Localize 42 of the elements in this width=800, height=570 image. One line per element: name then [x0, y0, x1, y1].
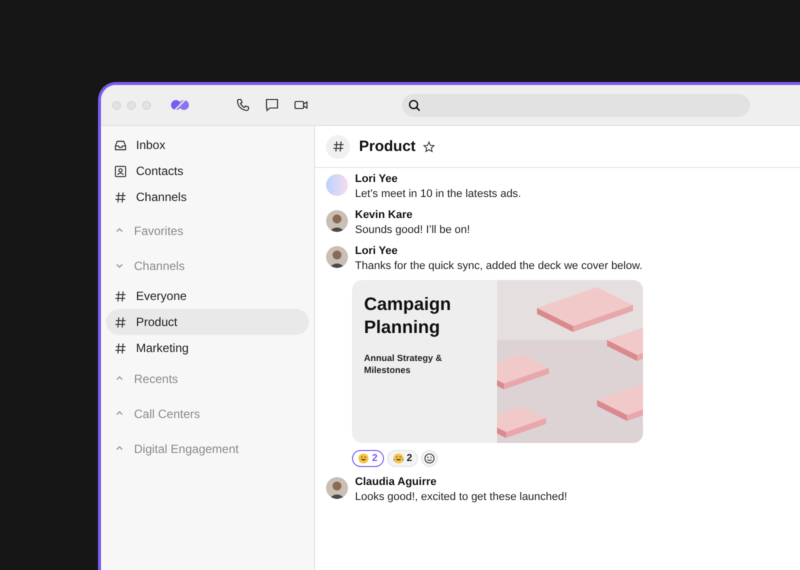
card-subtitle: Annual Strategy & Milestones [364, 352, 444, 377]
message-text: Looks good!, excited to get these launched! [355, 491, 568, 503]
avatar [326, 174, 348, 196]
message-text: Thanks for the quick sync, added the deck we cover below. [355, 260, 643, 272]
add-reaction-button[interactable] [421, 450, 438, 467]
channel-title: Product [359, 138, 416, 155]
reaction-chip[interactable]: 2 [386, 450, 418, 467]
author-name: Lori Yee [355, 173, 399, 185]
message-text: Let’s meet in 10 in the latests ads. [355, 188, 522, 200]
message-text: Sounds good! I’ll be on! [355, 224, 470, 236]
inbox-icon [114, 138, 127, 152]
sidebar-item[interactable]: Contacts [106, 158, 309, 184]
hash-icon [114, 316, 127, 328]
attachment-card[interactable]: Campaign Planning Annual Strategy & Milestones [352, 280, 643, 443]
grinning-emoji-icon [358, 453, 369, 464]
card-title: Campaign Planning [364, 293, 452, 340]
sidebar-item[interactable]: Channels [106, 184, 309, 210]
video-camera-icon[interactable] [294, 98, 308, 112]
search-icon [408, 98, 421, 112]
avatar [326, 210, 348, 232]
hash-icon [114, 342, 127, 354]
channel-item[interactable]: Everyone [106, 283, 309, 309]
search-field[interactable] [402, 94, 750, 116]
hash-icon [114, 290, 127, 302]
hash-icon [114, 190, 127, 204]
laughing-emoji-icon [392, 453, 404, 464]
chat-icon[interactable] [265, 98, 279, 112]
author-name: Claudia Aguirre [355, 476, 438, 488]
logo-icon [170, 98, 190, 112]
contacts-icon [114, 164, 127, 178]
avatar [326, 477, 348, 499]
sidebar-item[interactable]: Inbox [106, 132, 309, 158]
channel-item[interactable]: Product [106, 309, 309, 335]
channel-item[interactable]: Marketing [106, 335, 309, 361]
author-name: Lori Yee [355, 245, 399, 257]
star-icon[interactable] [422, 140, 435, 152]
avatar [326, 246, 348, 268]
author-name: Kevin Kare [355, 209, 414, 221]
hash-icon [332, 140, 344, 153]
smiley-icon [424, 453, 436, 464]
phone-icon[interactable] [236, 98, 250, 112]
reaction-chip[interactable]: 2 [352, 450, 384, 467]
